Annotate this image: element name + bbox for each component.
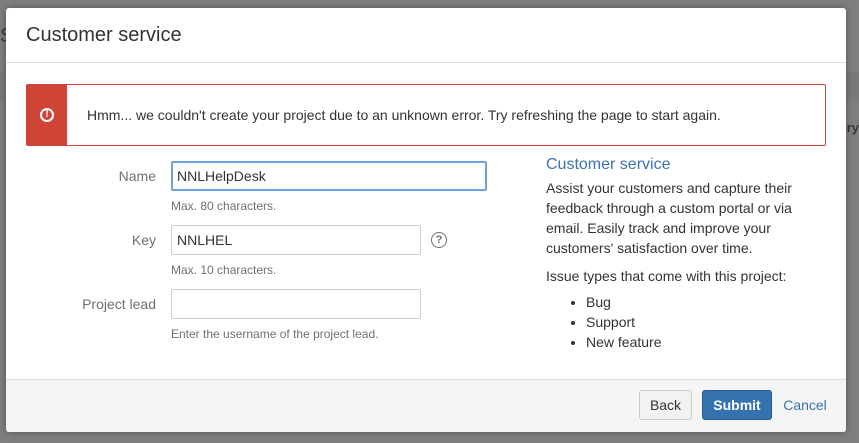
- list-item: Bug: [586, 292, 816, 312]
- project-type-info: Customer service Assist your customers a…: [546, 156, 816, 352]
- back-button[interactable]: Back: [639, 390, 692, 420]
- project-lead-input[interactable]: [171, 289, 421, 319]
- issue-types-list: Bug Support New feature: [546, 292, 816, 352]
- name-input[interactable]: [171, 161, 487, 191]
- submit-button[interactable]: Submit: [702, 390, 772, 420]
- error-bar: !: [27, 85, 67, 145]
- project-lead-label: Project lead: [82, 296, 156, 312]
- list-item: New feature: [586, 332, 816, 352]
- key-input[interactable]: [171, 225, 421, 255]
- name-description: Max. 80 characters.: [171, 199, 277, 213]
- error-text: Hmm... we couldn't create your project d…: [87, 107, 721, 123]
- background-column-fragment: ry: [846, 120, 859, 135]
- exclamation-icon: !: [40, 108, 54, 122]
- info-title: Customer service: [546, 156, 671, 173]
- info-description: Assist your customers and capture their …: [546, 180, 792, 256]
- help-icon[interactable]: ?: [431, 232, 447, 248]
- issue-types-heading: Issue types that come with this project:: [546, 268, 787, 284]
- list-item: Support: [586, 312, 816, 332]
- cancel-link[interactable]: Cancel: [780, 390, 830, 420]
- key-description: Max. 10 characters.: [171, 263, 277, 277]
- dialog-header: Customer service: [6, 8, 846, 63]
- key-label: Key: [131, 232, 156, 248]
- dialog-title: Customer service: [26, 23, 182, 46]
- dialog-footer: Back Submit Cancel: [6, 379, 846, 432]
- project-lead-description: Enter the username of the project lead.: [171, 327, 379, 341]
- name-label: Name: [118, 168, 156, 184]
- create-project-dialog: Customer service ! Hmm... we couldn't cr…: [6, 8, 846, 432]
- error-message: ! Hmm... we couldn't create your project…: [26, 84, 826, 146]
